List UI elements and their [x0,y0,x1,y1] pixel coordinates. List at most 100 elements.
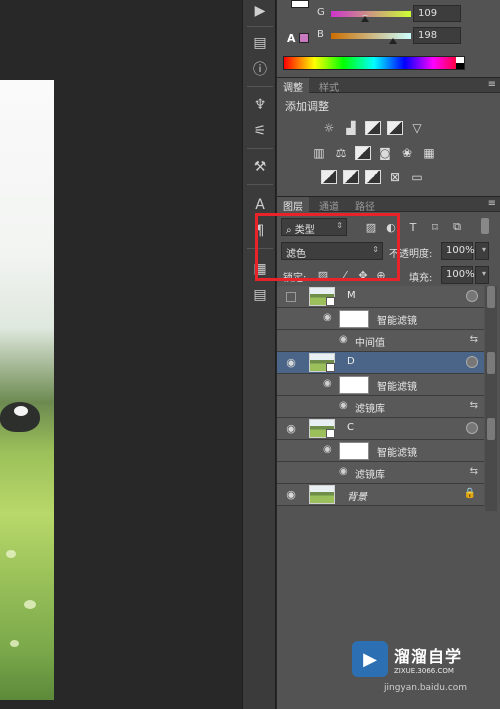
green-slider-track[interactable] [331,11,411,17]
eye-icon[interactable]: ◉ [339,466,348,477]
layer-row-d[interactable]: ◉ D [277,352,484,374]
filter-item-row[interactable]: ◉ 中间值 ⇆ [277,330,484,352]
filter-item-row[interactable]: ◉ 滤镜库 ⇆ [277,396,484,418]
smart-filter-label: 智能滤镜 [377,316,417,327]
opacity-dropdown[interactable]: ▾ [475,242,489,260]
color-balance-icon[interactable]: ⚖ [333,146,349,160]
blue-slider-track[interactable] [331,33,411,39]
green-slider-thumb[interactable] [361,15,369,22]
layer-name[interactable]: M [347,290,356,301]
brush-settings-icon[interactable]: ⚟ [248,120,272,142]
layer-row-m[interactable]: M [277,286,484,308]
filter-name[interactable]: 中间值 [355,334,385,349]
filter-mask-thumbnail[interactable] [339,310,369,328]
layer-row-c[interactable]: ◉ C [277,418,484,440]
black-white-ramp[interactable] [456,57,464,69]
layer-name[interactable]: C [347,422,354,433]
adjustments-title: 添加调整 [285,100,329,113]
posterize-icon[interactable] [343,170,359,184]
exposure-icon[interactable] [387,121,403,135]
watermark-source: jingyan.baidu.com [384,683,468,693]
hue-saturation-icon[interactable]: ▥ [311,146,327,160]
panel-menu-icon[interactable]: ≡ [488,198,496,209]
vibrance-icon[interactable]: ▽ [409,121,425,135]
tab-channels[interactable]: 通道 [313,197,345,213]
fill-dropdown[interactable]: ▾ [475,266,489,284]
tab-styles[interactable]: 样式 [313,78,345,94]
visibility-toggle-empty[interactable] [286,292,296,302]
filter-name[interactable]: 滤镜库 [355,466,385,481]
eye-icon[interactable]: ◉ [323,444,332,455]
layer-row-background[interactable]: ◉ 背景 🔒 [277,484,484,506]
scroll-thumb[interactable] [487,418,495,440]
clone-source-icon[interactable]: ⚒ [248,156,272,178]
filter-toggle-switch[interactable] [481,218,489,234]
blue-value-input[interactable]: 198 [413,27,461,44]
properties-icon[interactable]: ▤ [248,284,272,306]
threshold-icon[interactable] [365,170,381,184]
channel-mixer-icon[interactable]: ❀ [399,146,415,160]
chevron-down-icon: ▾ [481,269,486,278]
gradient-map-icon[interactable]: ▭ [409,170,425,184]
type-filter-icon[interactable]: T [407,221,419,234]
green-value-input[interactable]: 109 [413,5,461,22]
opacity-input[interactable]: 100% [441,242,475,260]
eye-icon[interactable]: ◉ [339,334,348,345]
smart-filter-options-icon[interactable] [466,290,478,302]
black-white-icon[interactable] [355,146,371,160]
filter-blending-options-icon[interactable]: ⇆ [470,400,478,411]
tab-adjustments[interactable]: 调整 [277,78,309,94]
filter-blending-options-icon[interactable]: ⇆ [470,334,478,345]
brightness-icon[interactable]: ☼ [321,121,337,135]
smart-filter-row[interactable]: ◉ 智能滤镜 [277,374,484,396]
layer-thumbnail[interactable] [309,485,335,504]
eye-icon[interactable]: ◉ [284,422,298,436]
invert-icon[interactable] [321,170,337,184]
divider [247,184,273,185]
panel-menu-icon[interactable]: ≡ [488,79,496,90]
fill-input[interactable]: 100% [441,266,475,284]
shape-filter-icon[interactable]: ⌑ [429,221,441,234]
layer-thumbnail[interactable] [309,419,335,438]
filter-item-row[interactable]: ◉ 滤镜库 ⇆ [277,462,484,484]
blue-slider-row: B 198 [283,27,495,45]
filter-name[interactable]: 滤镜库 [355,400,385,415]
filter-blending-options-icon[interactable]: ⇆ [470,466,478,477]
color-lookup-icon[interactable]: ▦ [421,146,437,160]
eye-icon[interactable]: ◉ [284,488,298,502]
smart-filter-options-icon[interactable] [466,356,478,368]
layers-scrollbar[interactable] [485,286,497,511]
canvas-area[interactable] [0,0,240,709]
play-icon[interactable]: ▶ [248,0,272,22]
tab-layers[interactable]: 图层 [277,197,309,213]
tab-paths[interactable]: 路径 [349,197,381,213]
eye-icon[interactable]: ◉ [284,356,298,370]
levels-icon[interactable]: ▟ [343,121,359,135]
curves-icon[interactable] [365,121,381,135]
color-spectrum-bar[interactable] [283,56,465,70]
blue-slider-thumb[interactable] [389,37,397,44]
green-label: G [317,7,325,18]
layer-name[interactable]: 背景 [347,488,367,503]
layer-thumbnail[interactable] [309,353,335,372]
eye-icon[interactable]: ◉ [323,378,332,389]
scroll-thumb[interactable] [487,286,495,308]
layer-name[interactable]: D [347,356,355,367]
smart-object-filter-icon[interactable]: ⧉ [451,220,463,233]
layer-thumbnail[interactable] [309,287,335,306]
eye-icon[interactable]: ◉ [323,312,332,323]
smart-filter-row[interactable]: ◉ 智能滤镜 [277,440,484,462]
filter-mask-thumbnail[interactable] [339,376,369,394]
history-icon[interactable]: ▤ [248,32,272,54]
smart-filter-row[interactable]: ◉ 智能滤镜 [277,308,484,330]
photo-filter-icon[interactable]: ◙ [377,146,393,160]
filter-mask-thumbnail[interactable] [339,442,369,460]
highlight-annotation-box [255,213,400,281]
eye-icon[interactable]: ◉ [339,400,348,411]
document-image[interactable] [0,80,54,700]
info-icon[interactable]: ⓘ [248,58,272,80]
smart-filter-options-icon[interactable] [466,422,478,434]
scroll-thumb[interactable] [487,352,495,374]
selective-color-icon[interactable]: ⊠ [387,170,403,184]
brush-presets-icon[interactable]: ♆ [248,94,272,116]
